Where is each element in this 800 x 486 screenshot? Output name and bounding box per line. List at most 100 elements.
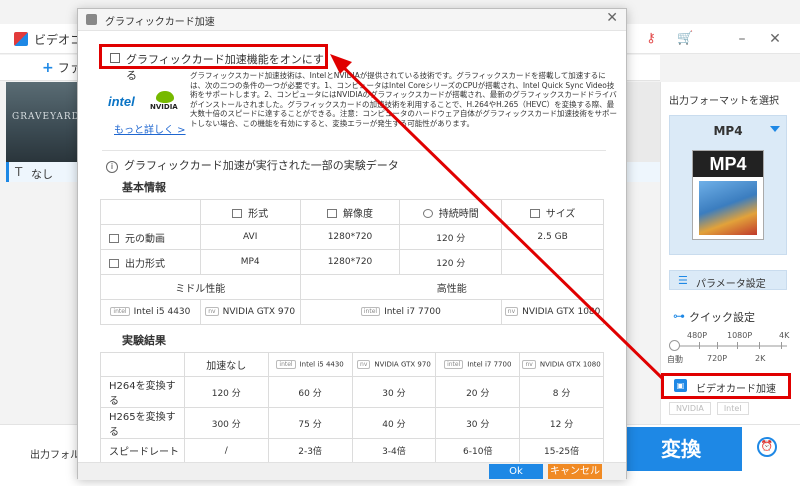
enable-gpu-checkbox-row[interactable]: グラフィックカード加速機能をオンにする xyxy=(99,44,328,82)
file-icon xyxy=(232,209,243,218)
high-performance-heading: 高性能 xyxy=(299,274,605,300)
table-row-label: スピードレート xyxy=(100,438,185,463)
cancel-button[interactable]: キャンセル xyxy=(548,464,602,479)
table-header: サイズ xyxy=(501,199,604,225)
convert-button[interactable]: 変換 xyxy=(620,427,742,471)
mp4-format-icon: MP4 xyxy=(692,150,764,240)
sliders-icon: ☰ xyxy=(678,274,688,287)
quality-tick xyxy=(759,342,760,349)
output-icon xyxy=(109,259,119,268)
text-icon: T xyxy=(15,165,23,179)
table-row: 元の動画 AVI 1280*720 120 分 2.5 GB xyxy=(100,224,604,250)
table-row-label: 出力形式 xyxy=(100,249,201,275)
app-logo-icon xyxy=(14,32,28,46)
file-row-right xyxy=(626,82,662,162)
add-file-button[interactable]: + ファ xyxy=(42,59,82,76)
format-selector[interactable]: MP4 MP4 xyxy=(669,115,787,255)
quality-slider-track[interactable] xyxy=(675,345,787,347)
table-cell: 3-4倍 xyxy=(351,438,437,463)
quick-settings-icon: ⊶ xyxy=(673,309,685,323)
nvidia-logo-text: NVIDIA xyxy=(150,103,178,111)
nvidia-mini-icon: nv xyxy=(504,307,519,316)
alarm-clock-icon[interactable]: ⏰ xyxy=(757,437,777,457)
caret-down-icon[interactable] xyxy=(770,126,780,132)
minimize-icon[interactable]: – xyxy=(732,29,752,49)
quality-label: 1080P xyxy=(727,331,753,340)
table-cell: / xyxy=(183,438,269,463)
table-cell: MP4 xyxy=(199,249,301,275)
thumbnail-title: GRAVEYARD xyxy=(12,112,80,122)
learn-more-link[interactable]: もっと詳しく > xyxy=(114,121,186,136)
table-cell: intel Intel i7 7700 xyxy=(299,299,503,325)
subtitle-value: なし xyxy=(31,168,53,181)
table-cell: nv NVIDIA GTX 1080 xyxy=(501,299,604,325)
quality-label: 2K xyxy=(755,354,766,363)
table-row: H264を変換する 120 分 60 分 30 分 20 分 8 分 xyxy=(100,376,604,408)
folder-icon xyxy=(529,209,540,218)
quality-slider-knob[interactable] xyxy=(669,340,680,351)
header-hw: Intel i7 7700 xyxy=(467,360,512,369)
header-hw: Intel i5 4430 xyxy=(299,360,344,369)
table-cell: 8 分 xyxy=(519,376,604,408)
parameter-settings-button[interactable]: ☰ パラメータ設定 xyxy=(669,270,787,290)
info-icon: i xyxy=(106,161,118,173)
mid-performance-heading: ミドル性能 xyxy=(100,274,301,300)
gpu-logos: NVIDIA Intel xyxy=(669,402,755,416)
table-cell: 20 分 xyxy=(435,376,521,408)
table-cell: 60 分 xyxy=(267,376,353,408)
table-cell: 2.5 GB xyxy=(501,224,604,250)
table-cell: 120 分 xyxy=(399,249,503,275)
results-heading: 実験結果 xyxy=(122,334,166,347)
source-video-icon xyxy=(109,234,119,243)
table-row-label: 元の動画 xyxy=(100,224,201,250)
mp4-icon-text: MP4 xyxy=(693,151,763,177)
table-cell: AVI xyxy=(199,224,301,250)
table-cell: 40 分 xyxy=(351,407,437,439)
table-row: 形式 解像度 持続時間 サイズ xyxy=(100,199,604,225)
right-panel: 出力フォーマットを選択 MP4 MP4 ☰ パラメータ設定 ⊶ クイック設定 4… xyxy=(660,82,800,424)
table-row: H265を変換する 300 分 75 分 40 分 30 分 12 分 xyxy=(100,407,604,439)
intel-mini-icon: intel xyxy=(360,307,381,316)
close-icon[interactable]: ✕ xyxy=(765,29,785,49)
table-row: 加速なし intel Intel i5 4430 nv NVIDIA GTX 970… xyxy=(100,352,604,377)
subtitle-select[interactable]: T なし xyxy=(6,162,80,182)
row-label-source: 元の動画 xyxy=(125,233,165,245)
nvidia-logo: NVIDIA xyxy=(150,91,180,113)
dialog-app-icon xyxy=(86,14,97,25)
nvidia-mini-icon: nv xyxy=(205,307,219,316)
nvidia-mini-icon: nv xyxy=(522,360,536,369)
table-cell: intel Intel i5 4430 xyxy=(100,299,201,325)
table-header: intel Intel i7 7700 xyxy=(435,352,521,377)
dialog-close-icon[interactable]: ✕ xyxy=(606,10,618,26)
table-cell xyxy=(100,199,201,225)
table-cell xyxy=(100,352,185,377)
nvidia-mini-icon: nv xyxy=(357,360,371,369)
ok-button[interactable]: Ok xyxy=(489,464,543,479)
intel-mini-icon: intel xyxy=(110,307,130,316)
basic-info-heading: 基本情報 xyxy=(122,181,166,194)
header-resolution: 解像度 xyxy=(343,208,373,220)
chip-icon: ▣ xyxy=(674,379,687,392)
enable-gpu-checkbox[interactable] xyxy=(110,53,120,63)
header-format: 形式 xyxy=(248,208,269,220)
quality-tick xyxy=(781,342,782,349)
quality-label: 720P xyxy=(707,354,728,363)
table-cell: 1280*720 xyxy=(299,249,401,275)
table-header: nv NVIDIA GTX 970 xyxy=(351,352,437,377)
intel-logo: intel xyxy=(108,94,135,109)
hw-name: NVIDIA GTX 1080 xyxy=(522,307,601,317)
cart-icon[interactable]: 🛒 xyxy=(677,31,693,47)
table-header: nv NVIDIA GTX 1080 xyxy=(519,352,604,377)
key-icon[interactable]: ⚷ xyxy=(643,31,659,47)
table-header: 解像度 xyxy=(299,199,401,225)
output-format-label: 出力フォーマットを選択 xyxy=(669,96,779,107)
table-row: ミドル性能 高性能 xyxy=(100,274,605,300)
resolution-icon xyxy=(327,209,337,218)
hw-name: Intel i5 4430 xyxy=(133,307,191,317)
basic-info-table: 形式 解像度 持続時間 サイズ 元の動画 AVI 1280*720 120 分 … xyxy=(100,199,605,325)
table-cell: 6-10倍 xyxy=(435,438,521,463)
gpu-acceleration-button[interactable]: ▣ ビデオカード加速 xyxy=(661,373,791,399)
intel-mini-icon: intel xyxy=(276,360,296,369)
table-cell xyxy=(501,249,604,275)
video-thumbnail[interactable]: GRAVEYARD xyxy=(6,82,80,162)
